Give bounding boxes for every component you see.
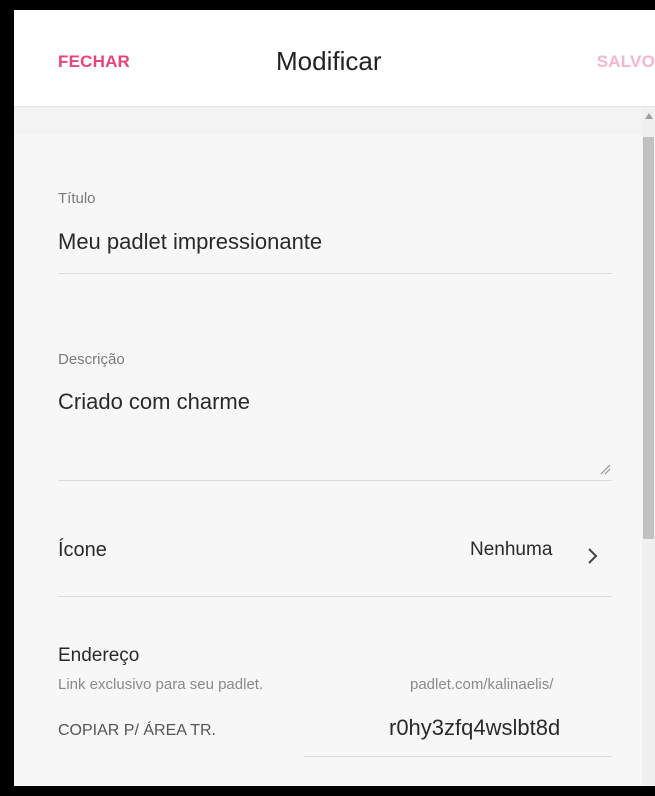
close-button[interactable]: FECHAR bbox=[58, 52, 130, 72]
copy-to-clipboard-button[interactable]: COPIAR P/ ÁREA TR. bbox=[58, 722, 216, 740]
header-spacer bbox=[14, 107, 655, 135]
description-textarea[interactable]: Criado com charme bbox=[58, 389, 250, 415]
address-slug-underline bbox=[304, 756, 612, 757]
address-url-prefix: padlet.com/kalinaelis/ bbox=[410, 676, 554, 693]
address-hint: Link exclusivo para seu padlet. bbox=[58, 676, 264, 693]
title-input[interactable]: Meu padlet impressionante bbox=[58, 229, 322, 255]
saved-status-button: SALVO bbox=[596, 52, 655, 71]
title-underline bbox=[58, 273, 612, 274]
description-field-label: Descrição bbox=[58, 351, 125, 368]
scrollbar-thumb[interactable] bbox=[643, 137, 654, 539]
title-field-label: Título bbox=[58, 190, 96, 207]
panel-title: Modificar bbox=[276, 46, 382, 76]
address-slug-input[interactable]: r0hy3zfq4wslbt8d bbox=[389, 715, 560, 741]
edit-panel: FECHAR Modificar SALVO Título Meu padlet… bbox=[14, 10, 655, 786]
panel-header: FECHAR Modificar SALVO bbox=[14, 10, 655, 107]
icon-row-value[interactable]: Nenhuma bbox=[470, 539, 552, 561]
chevron-right-icon[interactable] bbox=[586, 547, 600, 565]
icon-row-label: Ícone bbox=[58, 539, 107, 561]
form-content: Título Meu padlet impressionante Descriç… bbox=[14, 135, 642, 786]
icon-row-divider bbox=[58, 596, 612, 597]
description-underline bbox=[58, 480, 612, 481]
scroll-up-arrow-icon[interactable] bbox=[645, 113, 653, 119]
resize-handle-icon[interactable] bbox=[599, 463, 611, 475]
address-label: Endereço bbox=[58, 645, 140, 666]
